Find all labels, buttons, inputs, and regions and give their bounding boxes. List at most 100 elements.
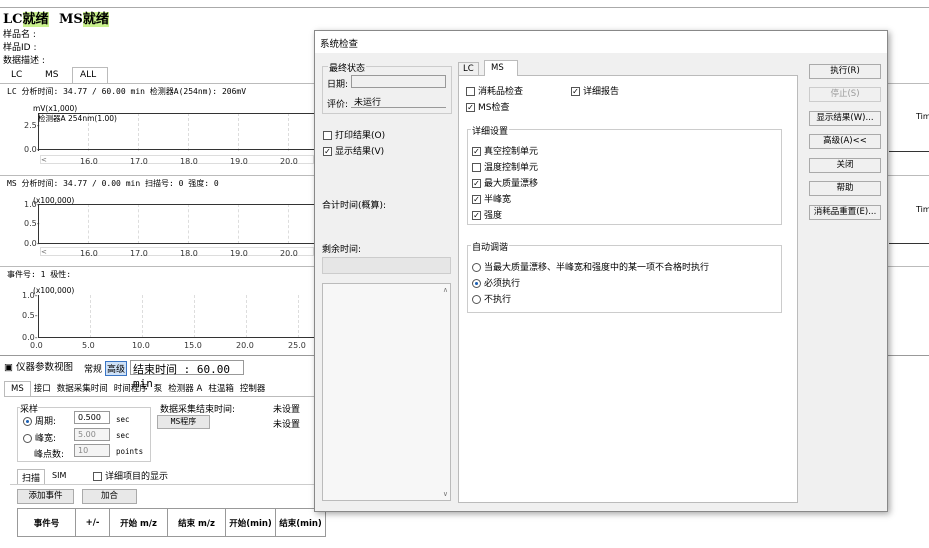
acq-end-time-label: 数据采集结束时间: bbox=[160, 405, 236, 415]
add-event-button[interactable]: 添加事件 bbox=[17, 489, 74, 504]
lc-ytick: 2.5- bbox=[24, 121, 40, 130]
temperature-check[interactable]: 温度控制单元 bbox=[472, 160, 538, 173]
col-end-min: 结束(min) bbox=[275, 508, 326, 537]
tune-option-conditional[interactable]: 当最大质量漂移、半峰宽和强度中的某一项不合格时执行 bbox=[472, 260, 709, 273]
mode-normal[interactable]: 常规 bbox=[84, 362, 102, 375]
view-tab-lc[interactable]: LC bbox=[4, 68, 30, 84]
not-set-2: 未设置 bbox=[273, 420, 301, 430]
period-unit: sec bbox=[116, 415, 130, 424]
tab-pump[interactable]: 泵 bbox=[151, 380, 166, 396]
ms-check[interactable]: ✓ MS检查 bbox=[466, 100, 509, 113]
mass-drift-check[interactable]: ✓ 最大质量漂移 bbox=[472, 176, 538, 189]
collapse-icon[interactable]: ▣ bbox=[4, 362, 13, 373]
eval-field: 未运行 bbox=[351, 94, 446, 108]
help-button[interactable]: 帮助 bbox=[809, 181, 881, 196]
event-ytick: 0.5- bbox=[22, 311, 38, 320]
lc-unit: mV(x1,000) bbox=[33, 104, 78, 113]
col-start-min: 开始(min) bbox=[225, 508, 276, 537]
status-bar: LC就绪 MS就绪 bbox=[0, 8, 929, 27]
sample-name: 样品名 : bbox=[3, 30, 36, 40]
peak-width-radio[interactable]: 峰宽: bbox=[23, 431, 56, 444]
log-textarea[interactable]: ∧ ∨ bbox=[322, 283, 451, 501]
vacuum-label: 真空控制单元 bbox=[484, 147, 539, 157]
not-set-1: 未设置 bbox=[273, 405, 301, 415]
tab-acq-time[interactable]: 数据采集时间 bbox=[54, 380, 111, 396]
ms-ytick: 0.5- bbox=[24, 219, 40, 228]
vacuum-check[interactable]: ✓ 真空控制单元 bbox=[472, 144, 538, 157]
total-time-label: 合计时间(概算): bbox=[322, 201, 387, 211]
period-radio[interactable]: 周期: bbox=[23, 414, 56, 427]
view-tab-all[interactable]: ALL bbox=[72, 67, 108, 83]
lc-xtick: 19.0 bbox=[230, 157, 248, 166]
eval-label: 评价: bbox=[327, 100, 349, 110]
tab-column-oven[interactable]: 柱温箱 bbox=[205, 380, 237, 396]
tune-option-always[interactable]: 必须执行 bbox=[472, 276, 520, 289]
tune-option-always-label: 必须执行 bbox=[484, 279, 521, 289]
remaining-time-label: 剩余时间: bbox=[322, 245, 362, 255]
half-width-label: 半峰宽 bbox=[484, 195, 512, 205]
scroll-up-icon[interactable]: ∧ bbox=[443, 286, 448, 294]
print-result-check[interactable]: 打印结果(O) bbox=[323, 128, 385, 141]
view-tab-ms[interactable]: MS bbox=[38, 68, 66, 84]
instrument-title-text: 仪器参数视图 bbox=[16, 362, 74, 373]
ms-xtick: 18.0 bbox=[180, 249, 198, 258]
period-label: 周期: bbox=[35, 417, 57, 427]
points-input[interactable]: 10 bbox=[74, 444, 110, 457]
col-event-no: 事件号 bbox=[17, 508, 76, 537]
ms-state: 就绪 bbox=[82, 12, 109, 27]
merge-button[interactable]: 加合 bbox=[82, 489, 137, 504]
sub-tab-sim[interactable]: SIM bbox=[52, 471, 66, 480]
advanced-button[interactable]: 高级(A)<< bbox=[809, 134, 881, 149]
consumable-check[interactable]: 消耗品检查 bbox=[466, 84, 523, 97]
tune-option-never[interactable]: 不执行 bbox=[472, 292, 511, 305]
detail-display-check[interactable]: 详细项目的显示 bbox=[93, 469, 168, 482]
ms-xtick: 17.0 bbox=[130, 249, 148, 258]
lc-header: LC 分析时间: 34.77 / 60.00 min 检测器A(254nm): … bbox=[7, 86, 309, 97]
tab-time-program[interactable]: 时间程序 bbox=[111, 380, 151, 396]
lc-xtick: 20.0 bbox=[280, 157, 298, 166]
event-ytick: 1.0- bbox=[22, 291, 38, 300]
event-xtick: 10.0 bbox=[132, 341, 150, 350]
execute-button[interactable]: 执行(R) bbox=[809, 64, 881, 79]
lc-xtick: 17.0 bbox=[130, 157, 148, 166]
ms-header: MS 分析时间: 34.77 / 0.00 min 扫描号: 0 强度: 0 bbox=[7, 179, 219, 188]
event-xtick: 15.0 bbox=[184, 341, 202, 350]
lc-xtick: 18.0 bbox=[180, 157, 198, 166]
detail-report-label: 详细报告 bbox=[583, 87, 620, 97]
ms-ytick: 0.0- bbox=[24, 239, 40, 248]
ms-program-button[interactable]: MS程序 bbox=[157, 415, 210, 429]
tune-option-never-label: 不执行 bbox=[484, 295, 512, 305]
data-description: 数据描述 : bbox=[3, 56, 45, 66]
tab-interface[interactable]: 接口 bbox=[31, 380, 54, 396]
event-xtick: 20.0 bbox=[236, 341, 254, 350]
tab-ms[interactable]: MS bbox=[4, 381, 31, 396]
scroll-down-icon[interactable]: ∨ bbox=[443, 490, 448, 498]
detail-display-label: 详细项目的显示 bbox=[105, 472, 169, 482]
ms-plot bbox=[38, 204, 314, 244]
tab-controller[interactable]: 控制器 bbox=[237, 380, 269, 396]
reset-consumable-button[interactable]: 消耗品重置(E)... bbox=[809, 205, 881, 220]
ms-xtick: 19.0 bbox=[230, 249, 248, 258]
show-result-button[interactable]: 显示结果(W)... bbox=[809, 111, 881, 126]
points-unit: points bbox=[116, 447, 144, 456]
peak-width-input[interactable]: 5.00 bbox=[74, 428, 110, 441]
event-unit: (x100,000) bbox=[33, 286, 75, 295]
show-result-check[interactable]: ✓ 显示结果(V) bbox=[323, 144, 384, 157]
last-status-label: 最终状态 bbox=[328, 61, 367, 74]
close-button[interactable]: 关闭 bbox=[809, 158, 881, 173]
half-width-check[interactable]: ✓ 半峰宽 bbox=[472, 192, 511, 205]
dialog-tab-ms[interactable]: MS bbox=[484, 60, 518, 76]
sample-id: 样品ID : bbox=[3, 43, 37, 53]
period-input[interactable]: 0.500 bbox=[74, 411, 110, 424]
lc-xtick: 16.0 bbox=[80, 157, 98, 166]
intensity-check[interactable]: ✓ 强度 bbox=[472, 208, 502, 221]
consumable-check-label: 消耗品检查 bbox=[478, 87, 524, 97]
dialog-tab-lc[interactable]: LC bbox=[458, 62, 479, 75]
mode-advanced[interactable]: 高级 bbox=[105, 361, 128, 376]
tab-detector-a[interactable]: 检测器 A bbox=[165, 380, 205, 396]
detail-report-check[interactable]: ✓ 详细报告 bbox=[571, 84, 619, 97]
date-label: 日期: bbox=[327, 80, 349, 90]
stop-button[interactable]: 停止(S) bbox=[809, 87, 881, 102]
intensity-label: 强度 bbox=[484, 211, 503, 221]
sub-tab-scan[interactable]: 扫描 bbox=[17, 469, 46, 485]
